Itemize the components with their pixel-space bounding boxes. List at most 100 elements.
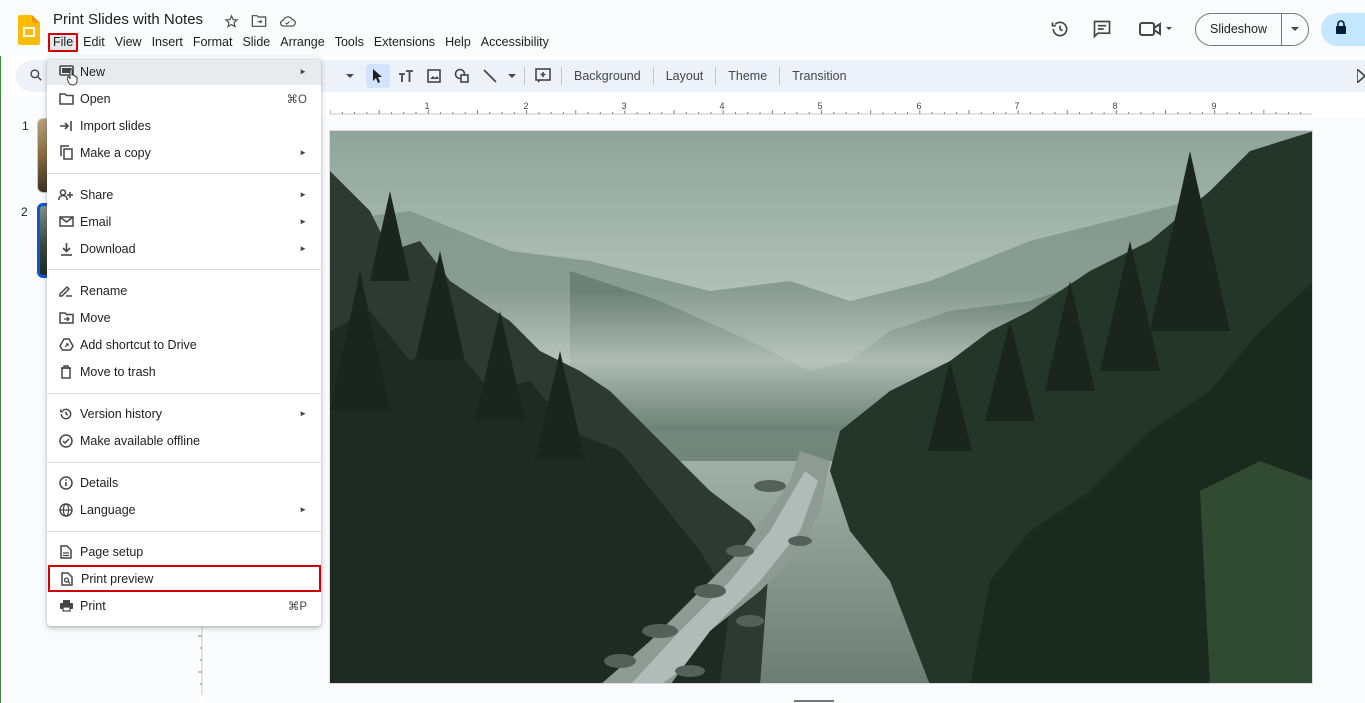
submenu-arrow-icon: ► [299,244,307,253]
menu-item-label: Details [80,475,119,490]
menu-item-page-setup[interactable]: Page setup [47,538,321,565]
menu-item-move[interactable]: Move [47,304,321,331]
slide-number: 2 [21,205,28,219]
horizontal-ruler[interactable]: 1 2 3 4 5 6 7 8 9 [330,98,1312,116]
star-icon[interactable] [222,12,240,30]
background-button[interactable]: Background [568,69,647,83]
transition-button[interactable]: Transition [786,69,852,83]
menu-bar: File Edit View Insert Format Slide Arran… [48,33,554,52]
slideshow-button[interactable]: Slideshow [1195,12,1309,46]
menu-item-label: Print preview [81,571,154,586]
menu-item-add-shortcut-to-drive[interactable]: Add shortcut to Drive [47,331,321,358]
menu-edit[interactable]: Edit [78,33,110,52]
menu-help[interactable]: Help [440,33,476,52]
share-button[interactable] [1321,12,1365,46]
scroll-handle[interactable] [794,700,834,702]
menu-item-label: Rename [80,283,128,298]
menu-arrange[interactable]: Arrange [275,33,329,52]
window-edge [0,56,1,703]
menu-item-label: New [80,64,106,79]
menu-item-label: Page setup [80,544,144,559]
submenu-arrow-icon: ► [299,409,307,418]
print-preview-icon [58,570,76,588]
menu-item-rename[interactable]: Rename [47,277,321,304]
trash-icon [57,363,75,381]
menu-view[interactable]: View [110,33,147,52]
document-title[interactable]: Print Slides with Notes [53,11,203,28]
ruler-mark: 2 [523,101,528,111]
search-menus-icon[interactable] [29,68,43,87]
print-icon [57,597,75,615]
ruler-mark: 1 [424,101,429,111]
slide-number: 1 [22,119,29,133]
submenu-arrow-icon: ► [299,190,307,199]
menu-item-label: Email [80,214,112,229]
menu-item-new[interactable]: New ► [47,58,321,85]
menu-item-details[interactable]: Details [47,469,321,496]
lock-icon [1335,19,1347,39]
misty-forest-image[interactable] [330,131,1313,684]
layout-button[interactable]: Layout [660,69,710,83]
offline-icon [57,432,75,450]
download-icon [57,240,75,258]
toolbar-divider [779,67,781,85]
theme-button[interactable]: Theme [722,69,773,83]
menu-accessibility[interactable]: Accessibility [476,33,554,52]
ruler-mark: 7 [1014,101,1019,111]
menu-item-label: Version history [80,406,162,421]
text-box-icon[interactable] [394,64,418,88]
submenu-arrow-icon: ► [299,505,307,514]
comments-icon[interactable] [1091,18,1113,40]
globe-icon [57,501,75,519]
menu-extensions[interactable]: Extensions [369,33,440,52]
slide-canvas[interactable] [329,130,1313,684]
menu-item-version-history[interactable]: Version history ► [47,400,321,427]
menu-item-download[interactable]: Download ► [47,235,321,262]
collapse-toolbar-icon[interactable] [1356,67,1365,88]
menu-item-label: Add shortcut to Drive [80,337,197,352]
menu-item-email[interactable]: Email ► [47,208,321,235]
image-icon[interactable] [422,64,446,88]
menu-divider [47,393,321,394]
menu-insert[interactable]: Insert [147,33,188,52]
menu-item-print[interactable]: Print ⌘P [47,592,321,619]
menu-item-move-to-trash[interactable]: Move to trash [47,358,321,385]
menu-item-import-slides[interactable]: Import slides [47,112,321,139]
new-slide-comment-icon[interactable] [531,64,555,88]
info-icon [57,474,75,492]
shape-icon[interactable] [450,64,474,88]
menu-format[interactable]: Format [188,33,238,52]
ruler-mark: 4 [719,101,724,111]
menu-file[interactable]: File [48,33,79,52]
menu-item-label: Move to trash [80,364,156,379]
menu-item-share[interactable]: Share ► [47,181,321,208]
chevron-down-icon[interactable] [1282,14,1308,45]
submenu-arrow-icon: ► [299,67,307,76]
menu-tools[interactable]: Tools [330,33,369,52]
line-chevron-down-icon[interactable] [506,64,518,88]
ruler-mark: 8 [1112,101,1117,111]
move-folder-icon[interactable] [250,12,268,30]
menu-slide[interactable]: Slide [237,33,275,52]
menu-item-print-preview[interactable]: Print preview [48,565,321,592]
cloud-status-icon[interactable] [278,12,296,30]
menu-divider [47,173,321,174]
menu-item-make-available-offline[interactable]: Make available offline [47,427,321,454]
move-folder-icon [57,309,75,327]
slideshow-label[interactable]: Slideshow [1196,13,1282,45]
zoom-chevron-down-icon[interactable] [338,64,362,88]
menu-item-language[interactable]: Language ► [47,496,321,523]
drive-shortcut-icon [57,336,75,354]
shortcut-label: ⌘O [286,93,307,106]
line-icon[interactable] [478,64,502,88]
menu-item-label: Move [80,310,111,325]
meet-camera-icon[interactable] [1137,18,1175,40]
select-cursor-icon[interactable] [366,64,390,88]
menu-item-label: Print [80,598,106,613]
mouse-pointer-icon [66,68,79,91]
file-menu: New ► Open ⌘O Import slides Make a copy … [47,57,321,626]
menu-item-make-a-copy[interactable]: Make a copy ► [47,139,321,166]
slides-logo-icon[interactable] [18,15,40,45]
menu-item-open[interactable]: Open ⌘O [47,85,321,112]
history-icon[interactable] [1049,18,1071,40]
